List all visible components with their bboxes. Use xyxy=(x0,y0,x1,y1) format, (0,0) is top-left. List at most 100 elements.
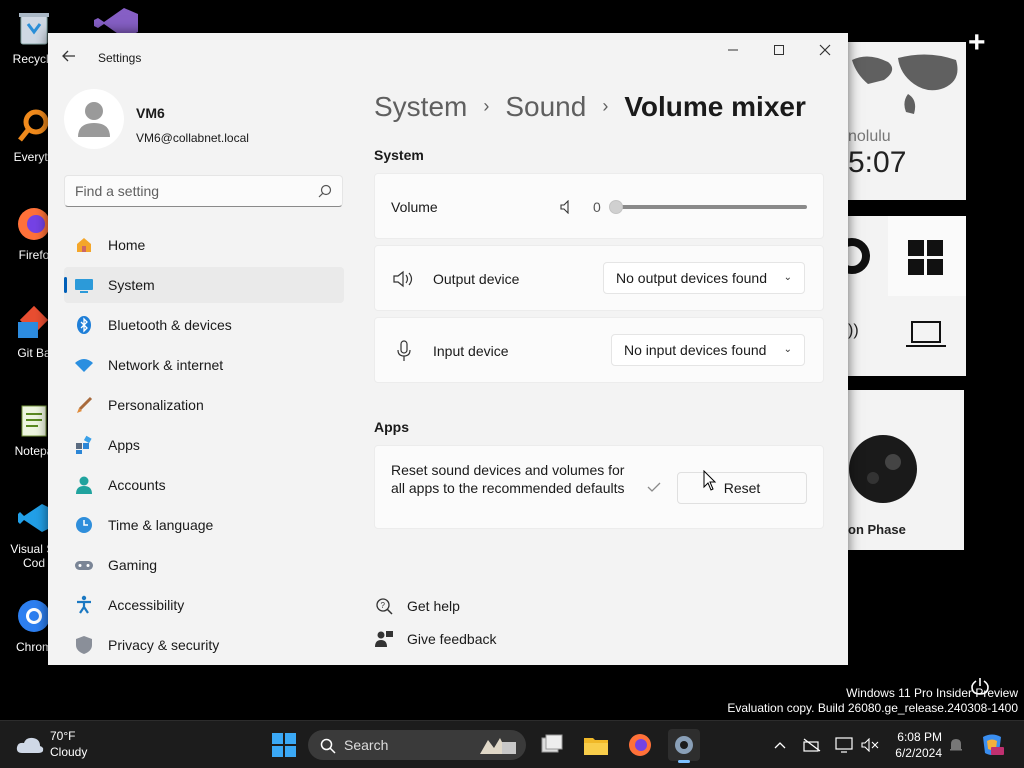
start-button[interactable] xyxy=(268,729,300,761)
volume-muted-icon xyxy=(861,738,879,752)
watermark-line-1: Windows 11 Pro Insider Preview xyxy=(846,686,1018,700)
network-icon xyxy=(74,355,94,375)
sidebar-item-label: Network & internet xyxy=(108,357,224,373)
circle-icon xyxy=(848,238,870,274)
sidebar-item-label: Accessibility xyxy=(108,597,185,613)
clock-city: nolulu xyxy=(848,128,891,145)
sidebar-item-privacy-security[interactable]: Privacy & security xyxy=(64,627,344,663)
apps-section-header: Apps xyxy=(374,419,409,435)
title-bar[interactable]: Settings xyxy=(48,33,848,81)
volume-slider-track[interactable] xyxy=(615,205,807,209)
world-map-icon xyxy=(852,54,958,114)
minimize-button[interactable] xyxy=(718,41,748,61)
input-device-dropdown[interactable]: No input devices found ⌄ xyxy=(611,334,805,366)
moon-icon xyxy=(849,435,917,503)
sidebar: VM6 VM6@collabnet.local Home System Blue… xyxy=(48,81,358,665)
breadcrumb-sound[interactable]: Sound xyxy=(505,91,586,122)
chevron-down-icon: ⌄ xyxy=(783,344,792,355)
input-device-card: Input device No input devices found ⌄ xyxy=(374,317,824,383)
help-icon: ? xyxy=(374,597,394,615)
gear-icon xyxy=(675,736,693,754)
get-help-link[interactable]: ? Get help xyxy=(374,596,460,616)
moon-phase-label: on Phase xyxy=(848,522,906,537)
reset-button[interactable]: Reset xyxy=(677,472,807,504)
reset-card: Reset sound devices and volumes for all … xyxy=(374,445,824,529)
search-icon[interactable] xyxy=(318,184,332,198)
clock-time-label: 6:08 PM xyxy=(897,730,942,744)
laptop-icon xyxy=(906,321,946,347)
back-arrow-icon[interactable] xyxy=(62,49,78,65)
checkmark-icon xyxy=(647,482,661,492)
taskbar-search-label: Search xyxy=(344,737,389,753)
file-explorer-button[interactable] xyxy=(580,729,612,761)
sidebar-item-label: Gaming xyxy=(108,557,158,573)
home-icon xyxy=(74,235,94,255)
brush-icon xyxy=(74,395,94,415)
sidebar-item-label: Accounts xyxy=(108,477,166,493)
sidebar-item-apps[interactable]: Apps xyxy=(64,427,344,463)
mouse-cursor-icon xyxy=(703,470,717,491)
taskbar-search[interactable]: Search xyxy=(308,730,526,760)
volume-value: 0 xyxy=(593,199,601,215)
breadcrumb: System › Sound › Volume mixer xyxy=(374,91,806,123)
notifications-button[interactable] xyxy=(944,729,968,761)
world-clock-widget[interactable]: nolulu 5:07 xyxy=(848,42,966,200)
sidebar-item-label: Personalization xyxy=(108,397,204,413)
sidebar-item-bluetooth[interactable]: Bluetooth & devices xyxy=(64,307,344,343)
close-button[interactable] xyxy=(810,41,840,61)
sidebar-item-time-language[interactable]: Time & language xyxy=(64,507,344,543)
speaker-icon[interactable] xyxy=(559,200,573,214)
output-device-dropdown[interactable]: No output devices found ⌄ xyxy=(603,262,805,294)
give-feedback-link[interactable]: Give feedback xyxy=(374,629,497,649)
svg-text:?: ? xyxy=(381,601,386,610)
sidebar-item-personalization[interactable]: Personalization xyxy=(64,387,344,423)
sidebar-item-accounts[interactable]: Accounts xyxy=(64,467,344,503)
evaluation-watermark: Windows 11 Pro Insider Preview Evaluatio… xyxy=(727,686,1018,716)
sidebar-item-network[interactable]: Network & internet xyxy=(64,347,344,383)
volume-card: Volume 0 xyxy=(374,173,824,239)
sidebar-item-gaming[interactable]: Gaming xyxy=(64,547,344,583)
firefox-taskbar-button[interactable] xyxy=(624,729,656,761)
find-setting-search[interactable] xyxy=(64,175,343,207)
volume-tray-button[interactable] xyxy=(858,729,882,761)
search-input[interactable] xyxy=(65,176,305,206)
system-icon xyxy=(74,275,94,295)
copilot-icon xyxy=(983,734,1004,755)
feedback-icon xyxy=(374,630,394,648)
volume-label: Volume xyxy=(391,199,438,215)
task-view-button[interactable] xyxy=(536,729,568,761)
volume-slider-thumb[interactable] xyxy=(609,200,623,214)
active-indicator xyxy=(64,277,67,293)
sidebar-item-accessibility[interactable]: Accessibility xyxy=(64,587,344,623)
microphone-icon xyxy=(397,340,411,361)
copilot-button[interactable] xyxy=(976,729,1008,761)
chevron-down-icon: ⌄ xyxy=(783,272,792,283)
windows-logo-icon xyxy=(908,240,943,275)
add-widget-button[interactable]: + xyxy=(968,26,986,60)
sidebar-item-system[interactable]: System xyxy=(64,267,344,303)
windows-start-icon xyxy=(272,733,296,757)
display-tray-button[interactable] xyxy=(832,729,856,761)
breadcrumb-system[interactable]: System xyxy=(374,91,467,122)
apps-icon xyxy=(74,435,94,455)
taskbar-clock[interactable]: 6:08 PM 6/2/2024 xyxy=(895,729,942,761)
folder-icon xyxy=(584,738,608,755)
user-profile[interactable]: VM6 VM6@collabnet.local xyxy=(64,89,354,153)
maximize-button[interactable] xyxy=(764,41,794,61)
moon-phase-widget[interactable]: on Phase xyxy=(848,390,964,550)
settings-taskbar-button[interactable] xyxy=(668,729,700,763)
sidebar-item-label: Privacy & security xyxy=(108,637,220,653)
sidebar-item-label: Bluetooth & devices xyxy=(108,317,232,333)
network-tray-button[interactable] xyxy=(800,729,824,761)
task-view-icon xyxy=(541,734,563,753)
sidebar-item-home[interactable]: Home xyxy=(64,227,344,263)
chevron-right-icon: › xyxy=(602,96,609,116)
settings-window: Settings VM6 VM6@collabnet.local Home xyxy=(48,33,848,665)
speaker-wave-icon xyxy=(393,270,413,288)
network-disconnected-icon xyxy=(803,738,821,752)
accessibility-icon xyxy=(74,595,94,615)
nav-list: Home System Bluetooth & devices Network … xyxy=(64,227,344,665)
show-hidden-icons-button[interactable] xyxy=(768,729,792,761)
main-content: System › Sound › Volume mixer System Volume … xyxy=(374,81,824,665)
quick-launch-widget[interactable]: )) xyxy=(848,216,966,376)
